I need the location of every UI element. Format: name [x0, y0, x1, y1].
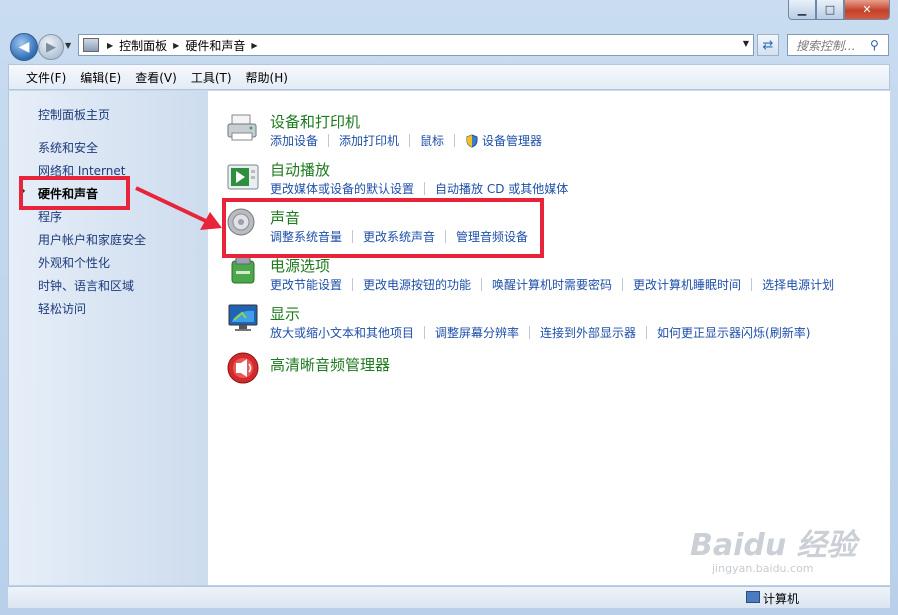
computer-icon: [746, 591, 760, 603]
forward-button[interactable]: ▶: [38, 34, 64, 60]
link-add-printer[interactable]: 添加打印机: [339, 132, 399, 149]
control-panel-window: ▁ □ ✕ ◀ ▶ ▼ ▶ 控制面板 ▶ 硬件和声音 ▶ ▼ ⇄ 搜索控制...…: [0, 0, 898, 615]
status-text: 计算机: [763, 592, 800, 606]
sidebar-item-appearance[interactable]: 外观和个性化: [38, 254, 110, 271]
menu-file[interactable]: 文件(F): [19, 69, 73, 86]
category-title-power[interactable]: 电源选项: [270, 255, 330, 276]
category-links-devices-printers: 添加设备 添加打印机 鼠标 设备管理器: [270, 132, 542, 149]
category-title-autoplay[interactable]: 自动播放: [270, 159, 330, 180]
menu-help[interactable]: 帮助(H): [239, 69, 295, 86]
chevron-right-icon[interactable]: ▶: [251, 41, 257, 50]
category-links-autoplay: 更改媒体或设备的默认设置 自动播放 CD 或其他媒体: [270, 180, 568, 197]
sidebar-item-programs[interactable]: 程序: [38, 208, 62, 225]
menu-bar: 文件(F) 编辑(E) 查看(V) 工具(T) 帮助(H): [8, 64, 890, 90]
control-panel-icon: [83, 38, 99, 52]
link-power-plan[interactable]: 选择电源计划: [762, 276, 834, 293]
shield-icon: [466, 133, 478, 148]
search-input[interactable]: 搜索控制...: [796, 37, 870, 54]
sidebar-item-clock-region[interactable]: 时钟、语言和区域: [38, 277, 134, 294]
category-links-display: 放大或缩小文本和其他项目 调整屏幕分辨率 连接到外部显示器 如何更正显示器闪烁(…: [270, 324, 810, 341]
category-links-power: 更改节能设置 更改电源按钮的功能 唤醒计算机时需要密码 更改计算机睡眠时间 选择…: [270, 276, 834, 293]
link-wake-password[interactable]: 唤醒计算机时需要密码: [492, 276, 612, 293]
search-icon[interactable]: ⚲: [870, 38, 888, 52]
search-box[interactable]: 搜索控制... ⚲: [787, 34, 889, 56]
annotation-arrow-icon: [135, 186, 222, 230]
menu-edit[interactable]: 编辑(E): [73, 69, 128, 86]
link-power-saving[interactable]: 更改节能设置: [270, 276, 342, 293]
category-title-hd-audio-manager[interactable]: 高清晰音频管理器: [270, 354, 390, 375]
link-add-device[interactable]: 添加设备: [270, 132, 318, 149]
address-dropdown-icon[interactable]: ▼: [743, 39, 749, 48]
sidebar-item-system-security[interactable]: 系统和安全: [38, 139, 98, 156]
address-bar[interactable]: ▶ 控制面板 ▶ 硬件和声音 ▶ ▼: [78, 34, 754, 56]
printer-icon: [227, 114, 257, 141]
breadcrumb-control-panel[interactable]: 控制面板: [119, 37, 167, 54]
annotation-box-sidebar: [19, 176, 130, 210]
status-bar: 计算机: [8, 586, 890, 608]
refresh-button[interactable]: ⇄: [757, 34, 779, 56]
link-screen-resolution[interactable]: 调整屏幕分辨率: [435, 324, 519, 341]
link-external-display[interactable]: 连接到外部显示器: [540, 324, 636, 341]
link-change-media-defaults[interactable]: 更改媒体或设备的默认设置: [270, 180, 414, 197]
link-device-manager[interactable]: 设备管理器: [482, 132, 542, 149]
autoplay-icon: [227, 164, 259, 190]
link-text-size[interactable]: 放大或缩小文本和其他项目: [270, 324, 414, 341]
sidebar-item-home[interactable]: 控制面板主页: [38, 106, 110, 123]
minimize-button[interactable]: ▁: [788, 0, 816, 20]
watermark-url: jingyan.baidu.com: [712, 562, 814, 575]
display-icon: [228, 304, 258, 331]
link-sleep-time[interactable]: 更改计算机睡眠时间: [633, 276, 741, 293]
window-controls: ▁ □ ✕: [788, 0, 890, 20]
annotation-box-sound: [222, 198, 544, 258]
menu-view[interactable]: 查看(V): [128, 69, 184, 86]
power-icon: [231, 255, 255, 284]
menu-tools[interactable]: 工具(T): [184, 69, 239, 86]
breadcrumb-hardware-sound[interactable]: 硬件和声音: [185, 37, 245, 54]
back-button[interactable]: ◀: [10, 33, 38, 61]
close-button[interactable]: ✕: [844, 0, 890, 20]
recent-pages-dropdown-icon[interactable]: ▼: [65, 41, 71, 50]
chevron-right-icon[interactable]: ▶: [173, 41, 179, 50]
link-refresh-rate[interactable]: 如何更正显示器闪烁(刷新率): [657, 324, 810, 341]
link-mouse[interactable]: 鼠标: [420, 132, 444, 149]
title-bar: ▁ □ ✕: [0, 0, 898, 28]
link-autoplay-cd[interactable]: 自动播放 CD 或其他媒体: [435, 180, 568, 197]
sidebar: 控制面板主页 系统和安全 网络和 Internet ◆ 硬件和声音 程序 用户帐…: [8, 91, 208, 585]
category-title-display[interactable]: 显示: [270, 303, 300, 324]
maximize-button[interactable]: □: [816, 0, 844, 20]
link-power-button[interactable]: 更改电源按钮的功能: [363, 276, 471, 293]
sidebar-item-ease-of-access[interactable]: 轻松访问: [38, 300, 86, 317]
watermark-logo: Baidu 经验: [690, 528, 857, 563]
main-content: 设备和打印机 添加设备 添加打印机 鼠标 设备管理器 自动播放 更改媒体或设备的…: [208, 91, 890, 585]
category-title-devices-printers[interactable]: 设备和打印机: [270, 111, 360, 132]
chevron-right-icon[interactable]: ▶: [107, 41, 113, 50]
audio-manager-icon: [227, 352, 259, 384]
